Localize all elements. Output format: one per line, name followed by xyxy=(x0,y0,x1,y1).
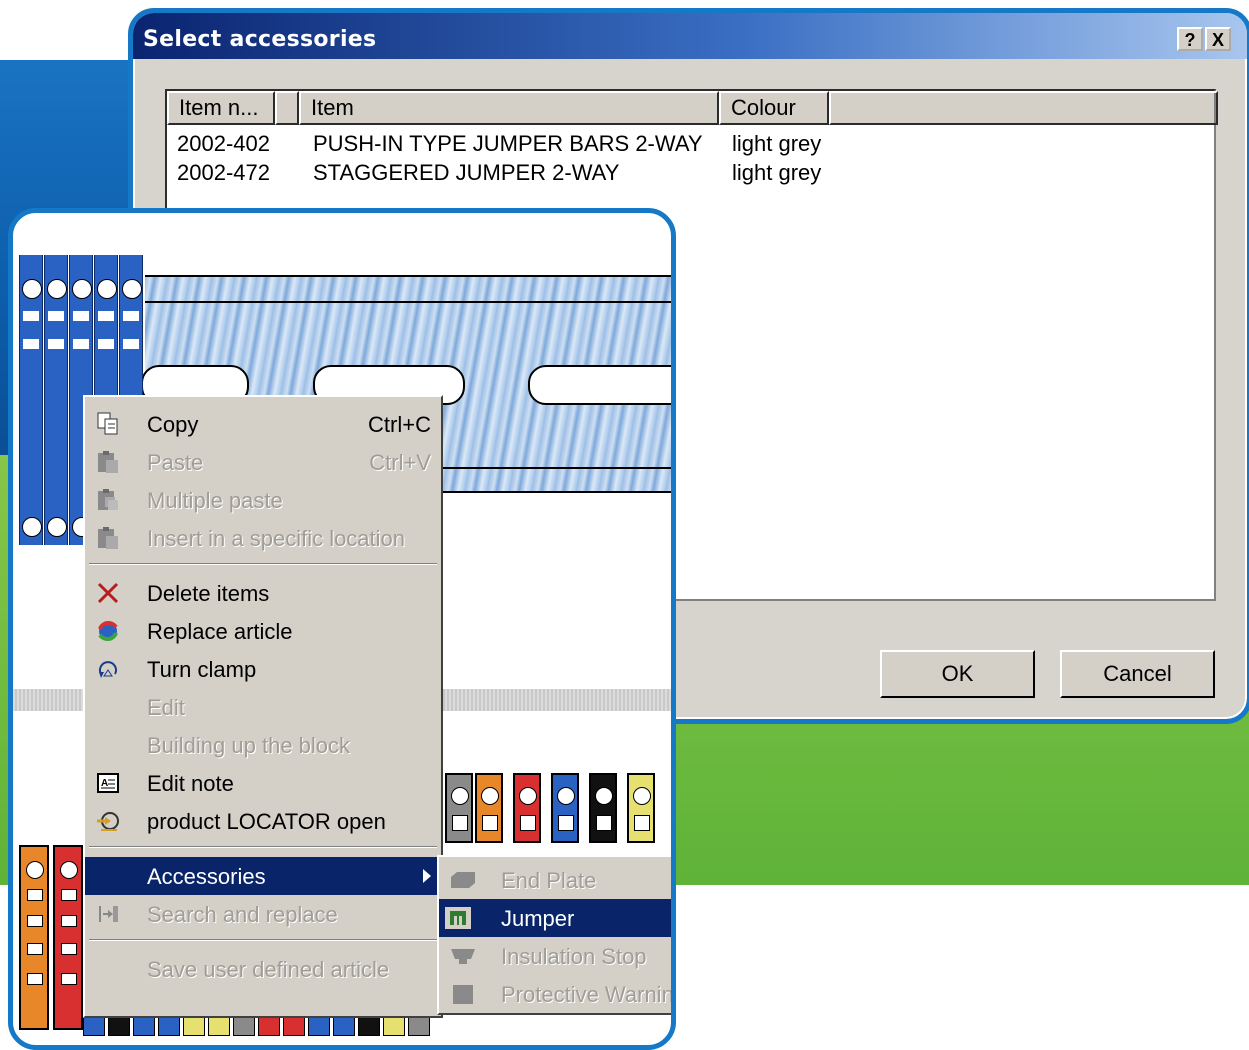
table-row[interactable]: 2002-472 STAGGERED JUMPER 2-WAY light gr… xyxy=(167,160,1214,188)
search-replace-icon xyxy=(95,901,121,927)
menu-item-edit-note[interactable]: A Edit note xyxy=(85,764,441,802)
menu-separator xyxy=(89,939,437,941)
terminal-block-red[interactable] xyxy=(513,773,541,843)
copy-icon xyxy=(95,411,121,437)
menu-item-save-user-defined-article[interactable]: Save user defined article xyxy=(85,950,441,988)
menu-item-search-and-replace[interactable]: Search and replace xyxy=(85,895,441,933)
menu-item-multiple-paste[interactable]: Multiple paste xyxy=(85,481,441,519)
note-icon: A xyxy=(95,770,121,796)
replace-icon xyxy=(95,618,121,644)
rail-line xyxy=(145,275,671,277)
menu-item-replace-article[interactable]: Replace article xyxy=(85,612,441,650)
terminal-block[interactable] xyxy=(44,255,68,545)
submenu-item-jumper[interactable]: Jumper xyxy=(439,899,671,937)
menu-item-copy[interactable]: Copy Ctrl+C xyxy=(85,405,441,443)
menu-item-edit[interactable]: Edit xyxy=(85,688,441,726)
terminal-block-yellow[interactable] xyxy=(627,773,655,843)
rail-line xyxy=(145,301,671,303)
column-header-item-number[interactable]: Item n... xyxy=(167,91,275,125)
cell-colour: light grey xyxy=(732,160,822,185)
terminal-editor-panel: Copy Ctrl+C Paste Ctrl+V Multiple paste … xyxy=(8,208,676,1050)
menu-separator xyxy=(89,846,437,848)
cell-item-number: 2002-402 xyxy=(177,131,270,156)
jumper-icon xyxy=(445,907,471,929)
menu-item-insert-specific-location[interactable]: Insert in a specific location xyxy=(85,519,441,557)
locator-icon xyxy=(95,808,121,834)
multiple-paste-icon xyxy=(95,487,121,513)
cell-item: PUSH-IN TYPE JUMPER BARS 2-WAY xyxy=(313,131,703,156)
terminal-block-grey[interactable] xyxy=(445,773,473,843)
menu-item-paste[interactable]: Paste Ctrl+V xyxy=(85,443,441,481)
menu-item-accessories[interactable]: Accessories xyxy=(85,857,441,895)
menu-separator xyxy=(89,563,437,565)
insulation-stop-icon xyxy=(449,945,477,967)
help-button[interactable]: ? xyxy=(1177,27,1203,51)
insert-location-icon xyxy=(95,525,121,551)
submenu-item-protective-warning[interactable]: Protective Warnin xyxy=(439,975,671,1013)
dialog-title: Select accessories xyxy=(143,27,377,52)
cancel-button[interactable]: Cancel xyxy=(1060,650,1215,698)
column-header-item[interactable]: Item xyxy=(299,91,719,125)
column-header-blank[interactable] xyxy=(275,91,299,125)
list-header: Item n... Item Colour xyxy=(167,91,1218,125)
menu-item-delete-items[interactable]: Delete items xyxy=(85,574,441,612)
accessories-submenu: End Plate Jumper Insulation Stop Protect… xyxy=(437,855,671,1015)
protective-warning-icon xyxy=(449,983,477,1005)
terminal-block[interactable] xyxy=(19,255,43,545)
dialog-titlebar[interactable]: Select accessories ? X xyxy=(133,13,1247,59)
turn-clamp-icon xyxy=(95,656,121,682)
end-plate-icon xyxy=(449,869,477,891)
menu-item-product-locator[interactable]: product LOCATOR open xyxy=(85,802,441,840)
close-button[interactable]: X xyxy=(1205,27,1231,51)
column-header-colour[interactable]: Colour xyxy=(719,91,829,125)
submenu-arrow-icon xyxy=(423,869,431,883)
delete-icon xyxy=(95,580,121,606)
submenu-item-end-plate[interactable]: End Plate xyxy=(439,861,671,899)
terminal-block-blue[interactable] xyxy=(551,773,579,843)
rail-slot xyxy=(528,365,671,405)
terminal-block-orange[interactable] xyxy=(475,773,503,843)
svg-text:A: A xyxy=(101,778,108,789)
ok-button[interactable]: OK xyxy=(880,650,1035,698)
cell-item: STAGGERED JUMPER 2-WAY xyxy=(313,160,620,185)
menu-item-building-up-block[interactable]: Building up the block xyxy=(85,726,441,764)
table-row[interactable]: 2002-402 PUSH-IN TYPE JUMPER BARS 2-WAY … xyxy=(167,131,1214,159)
submenu-item-insulation-stop[interactable]: Insulation Stop xyxy=(439,937,671,975)
menu-item-turn-clamp[interactable]: Turn clamp xyxy=(85,650,441,688)
cell-colour: light grey xyxy=(732,131,822,156)
cell-item-number: 2002-472 xyxy=(177,160,270,185)
terminal-block-black[interactable] xyxy=(589,773,617,843)
context-menu: Copy Ctrl+C Paste Ctrl+V Multiple paste … xyxy=(83,395,443,1018)
column-header-filler xyxy=(829,91,1218,125)
paste-icon xyxy=(95,449,121,475)
